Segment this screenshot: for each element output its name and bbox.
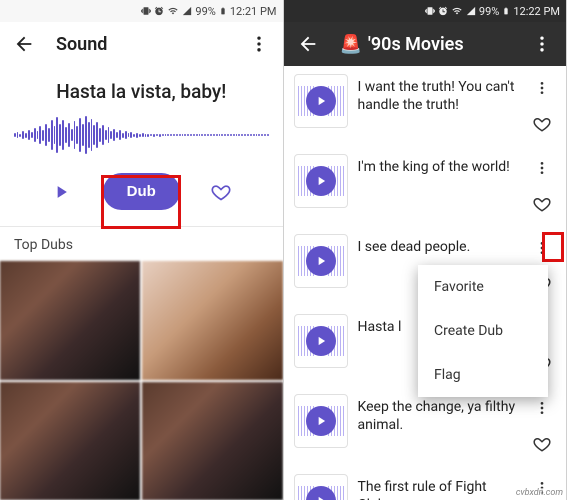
status-bar: 99% 12:21 PM: [0, 0, 283, 22]
favorite-button[interactable]: [528, 110, 556, 138]
page-title-text: '90s Movies: [368, 34, 464, 55]
play-icon: [306, 246, 336, 276]
status-time: 12:22 PM: [513, 5, 560, 18]
favorite-button[interactable]: [528, 430, 556, 458]
dub-thumbnail[interactable]: [142, 382, 282, 500]
sound-title: Hasta la vista, baby!: [0, 66, 283, 113]
vibrate-icon: [425, 6, 435, 16]
battery-pct: 99%: [195, 5, 215, 18]
screen-movies: 99% 12:22 PM 🚨 '90s Movies I want the tr…: [284, 0, 567, 500]
list-item[interactable]: I want the truth! You can't handle the t…: [284, 66, 567, 146]
play-icon: [306, 86, 336, 116]
item-overflow-button[interactable]: [528, 234, 556, 262]
sound-title: Keep the change, ya filthy animal.: [358, 394, 519, 434]
top-dubs-grid: [0, 261, 283, 500]
menu-item-flag[interactable]: Flag: [418, 353, 548, 397]
signal-icon: [466, 6, 476, 16]
sound-title: I'm the king of the world!: [358, 154, 519, 176]
back-button[interactable]: [10, 30, 38, 58]
dub-thumbnail[interactable]: [0, 261, 140, 380]
battery-pct: 99%: [479, 5, 499, 18]
menu-item-create-dub[interactable]: Create Dub: [418, 309, 548, 353]
wifi-icon: [167, 6, 179, 16]
sound-title: I see dead people.: [358, 234, 519, 256]
play-icon: [306, 406, 336, 436]
status-bar: 99% 12:22 PM: [284, 0, 567, 22]
app-bar: 🚨 '90s Movies: [284, 22, 567, 66]
favorite-button[interactable]: [528, 190, 556, 218]
battery-icon: [219, 5, 227, 17]
wifi-icon: [451, 6, 463, 16]
item-overflow-button[interactable]: [528, 74, 556, 102]
top-dubs-label: Top Dubs: [0, 227, 283, 261]
play-tile[interactable]: [294, 234, 348, 288]
waveform: [0, 113, 283, 157]
overflow-menu-button[interactable]: [245, 30, 273, 58]
watermark: cvbxdn.com: [516, 488, 563, 498]
dub-thumbnail[interactable]: [142, 261, 282, 380]
sound-title: I want the truth! You can't handle the t…: [358, 74, 519, 114]
back-button[interactable]: [294, 30, 322, 58]
play-button[interactable]: [47, 178, 75, 206]
page-title: Sound: [56, 34, 227, 55]
screen-sound: 99% 12:21 PM Sound Hasta la vista, baby!…: [0, 0, 284, 500]
play-tile[interactable]: [294, 314, 348, 368]
alarm-icon: [438, 6, 448, 16]
play-tile[interactable]: [294, 394, 348, 448]
play-icon: [306, 486, 336, 500]
list-item[interactable]: I'm the king of the world!: [284, 146, 567, 226]
play-tile[interactable]: [294, 474, 348, 500]
play-icon: [306, 166, 336, 196]
play-icon: [306, 326, 336, 356]
play-tile[interactable]: [294, 74, 348, 128]
siren-icon: 🚨: [340, 34, 362, 55]
list-item[interactable]: Keep the change, ya filthy animal.: [284, 386, 567, 466]
menu-item-favorite[interactable]: Favorite: [418, 265, 548, 309]
alarm-icon: [154, 6, 164, 16]
sound-title: The first rule of Fight Club: [358, 474, 519, 500]
page-title: 🚨 '90s Movies: [340, 34, 511, 55]
favorite-button[interactable]: [207, 178, 235, 206]
vibrate-icon: [141, 6, 151, 16]
battery-icon: [502, 5, 510, 17]
app-bar: Sound: [0, 22, 283, 66]
signal-icon: [182, 6, 192, 16]
context-menu: Favorite Create Dub Flag: [418, 265, 548, 397]
dub-thumbnail[interactable]: [0, 382, 140, 500]
overflow-menu-button[interactable]: [528, 30, 556, 58]
action-row: Dub: [0, 173, 283, 226]
item-overflow-button[interactable]: [528, 394, 556, 422]
dub-button[interactable]: Dub: [103, 173, 180, 210]
item-overflow-button[interactable]: [528, 154, 556, 182]
status-time: 12:21 PM: [230, 5, 277, 18]
play-tile[interactable]: [294, 154, 348, 208]
